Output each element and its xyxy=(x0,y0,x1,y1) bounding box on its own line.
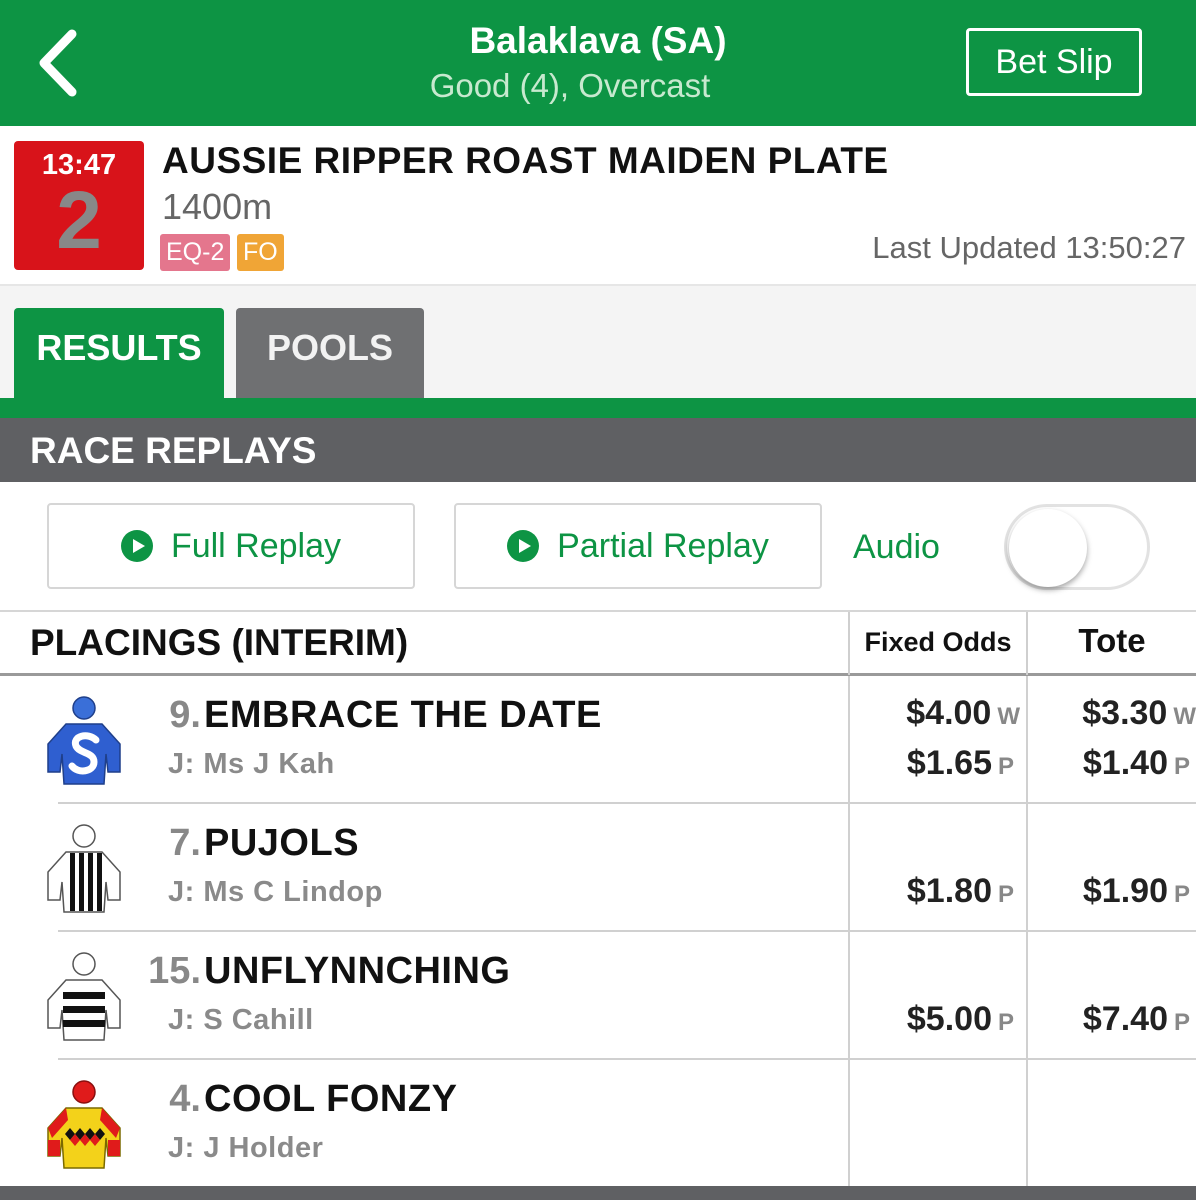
play-icon xyxy=(507,530,540,562)
tote-place-odds: $7.40 P xyxy=(1082,1000,1190,1038)
horse-name: EMBRACE THE DATE xyxy=(204,694,602,736)
runner-number: 4. xyxy=(169,1078,201,1120)
runner-number: 9. xyxy=(169,694,201,736)
tote-win-odds: $3.30 W xyxy=(1082,694,1196,732)
partial-replay-button[interactable]: Partial Replay xyxy=(454,503,822,589)
full-replay-label: Full Replay xyxy=(170,526,342,565)
horse-name: PUJOLS xyxy=(204,822,360,864)
partial-replay-label: Partial Replay xyxy=(557,526,769,565)
tab-results[interactable]: RESULTS xyxy=(14,308,224,398)
bet-slip-button[interactable]: Bet Slip xyxy=(966,28,1142,96)
race-title: AUSSIE RIPPER ROAST MAIDEN PLATE xyxy=(162,140,889,181)
tab-underline xyxy=(0,398,1196,418)
jockey-silk-icon xyxy=(47,824,121,913)
placing-row[interactable]: 15. UNFLYNNCHING J: S Cahill $5.00 P $7.4… xyxy=(0,932,1196,1060)
audio-toggle[interactable] xyxy=(1004,504,1150,590)
horse-name: UNFLYNNCHING xyxy=(204,950,511,992)
jockey-silk-icon xyxy=(47,696,121,785)
horse-name: COOL FONZY xyxy=(204,1078,458,1120)
placings-header: PLACINGS (INTERIM) Fixed Odds Tote xyxy=(0,610,1196,676)
next-section-header xyxy=(0,1186,1196,1200)
jockey-name: J: Ms C Lindop xyxy=(168,876,383,908)
full-replay-button[interactable]: Full Replay xyxy=(47,503,415,589)
fixed-place-odds: $1.80 P xyxy=(906,872,1014,910)
tote-header: Tote xyxy=(1026,612,1196,675)
tag-fo: FO xyxy=(237,234,284,271)
placing-row[interactable]: 4. COOL FONZY J: J Holder xyxy=(0,1060,1196,1188)
race-info: 13:47 2 AUSSIE RIPPER ROAST MAIDEN PLATE… xyxy=(0,126,1196,286)
placing-row[interactable]: 7. PUJOLS J: Ms C Lindop $1.80 P $1.90 P xyxy=(0,804,1196,932)
fixed-win-odds: $4.00 W xyxy=(906,694,1020,732)
last-updated: Last Updated 13:50:27 xyxy=(872,230,1186,265)
jockey-silk-icon xyxy=(47,1080,121,1169)
fixed-place-odds: $1.65 P xyxy=(906,744,1014,782)
race-replays-header: RACE REPLAYS xyxy=(0,418,1196,482)
audio-label: Audio xyxy=(853,528,940,566)
play-icon xyxy=(120,530,153,562)
runner-number: 7. xyxy=(169,822,201,864)
race-distance: 1400m xyxy=(162,186,273,227)
placings-title: PLACINGS (INTERIM) xyxy=(30,622,409,663)
jockey-name: J: Ms J Kah xyxy=(168,748,335,780)
toggle-knob xyxy=(1009,509,1087,587)
top-bar: Balaklava (SA) Good (4), Overcast Bet Sl… xyxy=(0,0,1196,126)
jockey-name: J: S Cahill xyxy=(168,1004,314,1036)
tote-place-odds: $1.40 P xyxy=(1082,744,1190,782)
fixed-place-odds: $5.00 P xyxy=(906,1000,1014,1038)
tab-pools[interactable]: POOLS xyxy=(236,308,424,398)
fixed-odds-header: Fixed Odds xyxy=(848,612,1026,675)
tote-place-odds: $1.90 P xyxy=(1082,872,1190,910)
placing-row[interactable]: 9. EMBRACE THE DATE J: Ms J Kah $4.00 W $… xyxy=(0,676,1196,804)
race-number: 2 xyxy=(56,175,102,266)
tag-eq: EQ-2 xyxy=(160,234,231,271)
race-number-badge: 13:47 2 xyxy=(14,141,144,270)
jockey-silk-icon xyxy=(47,952,121,1041)
tabs-row: RESULTS POOLS xyxy=(0,286,1196,398)
runner-number: 15. xyxy=(148,950,201,992)
jockey-name: J: J Holder xyxy=(168,1132,324,1164)
